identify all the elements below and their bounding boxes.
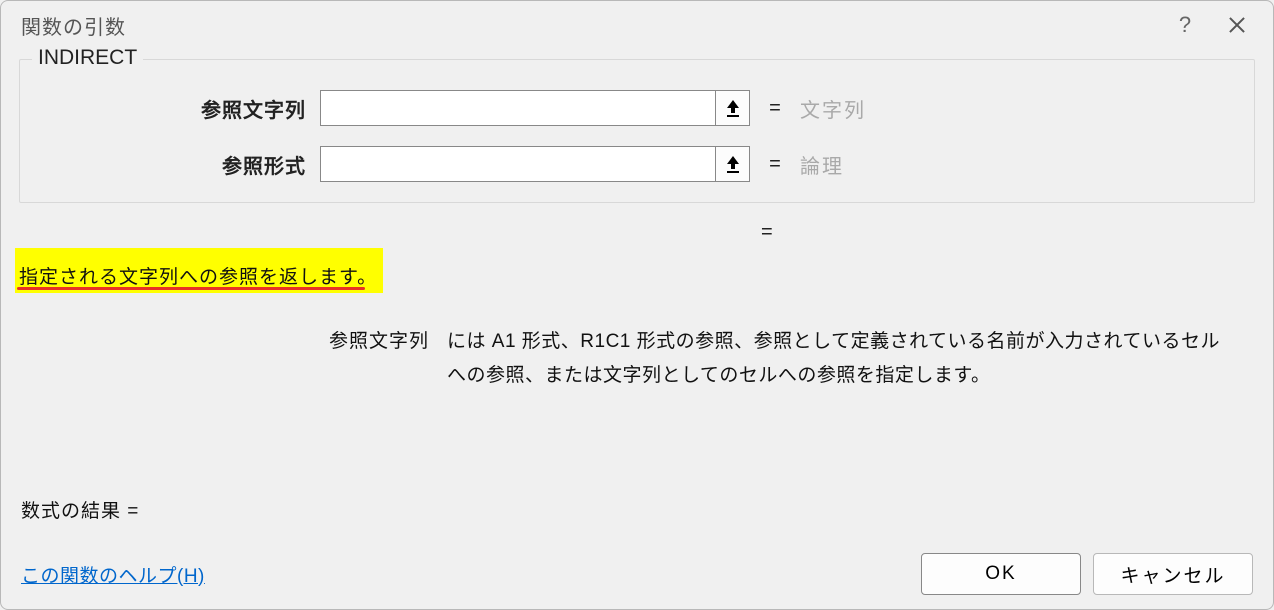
titlebar: 関数の引数 ?: [1, 1, 1273, 49]
dialog-footer: 数式の結果 = この関数のヘルプ(H) OK キャンセル: [1, 479, 1273, 609]
arrow-up-icon: [724, 154, 742, 174]
function-summary-highlight: 指定される文字列への参照を返します。: [15, 248, 383, 293]
arg-hint-ref-text: 文字列: [800, 94, 866, 123]
ok-button[interactable]: OK: [921, 553, 1081, 595]
arg-row-a1: 参照形式 = 論理: [40, 146, 1234, 182]
function-name: INDIRECT: [32, 46, 143, 70]
cancel-button[interactable]: キャンセル: [1093, 553, 1253, 595]
highlight-underline: [17, 287, 365, 290]
function-arguments-dialog: 関数の引数 ? INDIRECT 参照文字列 = 文字列: [0, 0, 1274, 610]
argument-description-name: 参照文字列: [329, 325, 447, 393]
arg-input-wrap-a1: [320, 146, 750, 182]
arg-label-a1: 参照形式: [40, 150, 320, 179]
arrow-up-icon: [724, 98, 742, 118]
ref-text-input[interactable]: [321, 91, 715, 125]
arg-hint-a1: 論理: [800, 150, 844, 179]
arg-input-wrap-ref-text: [320, 90, 750, 126]
formula-result-label: 数式の結果 =: [21, 496, 1253, 523]
collapse-dialog-button[interactable]: [715, 147, 749, 181]
a1-input[interactable]: [321, 147, 715, 181]
description-area: 指定される文字列への参照を返します。 参照文字列 には A1 形式、R1C1 形…: [1, 248, 1273, 479]
collapse-dialog-button[interactable]: [715, 91, 749, 125]
arg-row-ref-text: 参照文字列 = 文字列: [40, 90, 1234, 126]
result-equals: =: [1, 221, 1273, 244]
footer-row: この関数のヘルプ(H) OK キャンセル: [21, 553, 1253, 595]
function-help-link[interactable]: この関数のヘルプ(H): [21, 561, 205, 588]
help-icon[interactable]: ?: [1161, 1, 1209, 49]
function-summary: 指定される文字列への参照を返します。: [19, 267, 377, 288]
close-icon: [1229, 17, 1245, 33]
equals-sign: =: [750, 153, 800, 176]
argument-description-text: には A1 形式、R1C1 形式の参照、参照として定義されている名前が入力されて…: [447, 325, 1225, 393]
arg-label-ref-text: 参照文字列: [40, 94, 320, 123]
dialog-title: 関数の引数: [21, 11, 1161, 40]
close-button[interactable]: [1209, 1, 1265, 49]
equals-sign: =: [750, 97, 800, 120]
function-fieldset: INDIRECT 参照文字列 = 文字列 参照形式: [19, 59, 1255, 203]
argument-description: 参照文字列 には A1 形式、R1C1 形式の参照、参照として定義されている名前…: [19, 325, 1255, 393]
